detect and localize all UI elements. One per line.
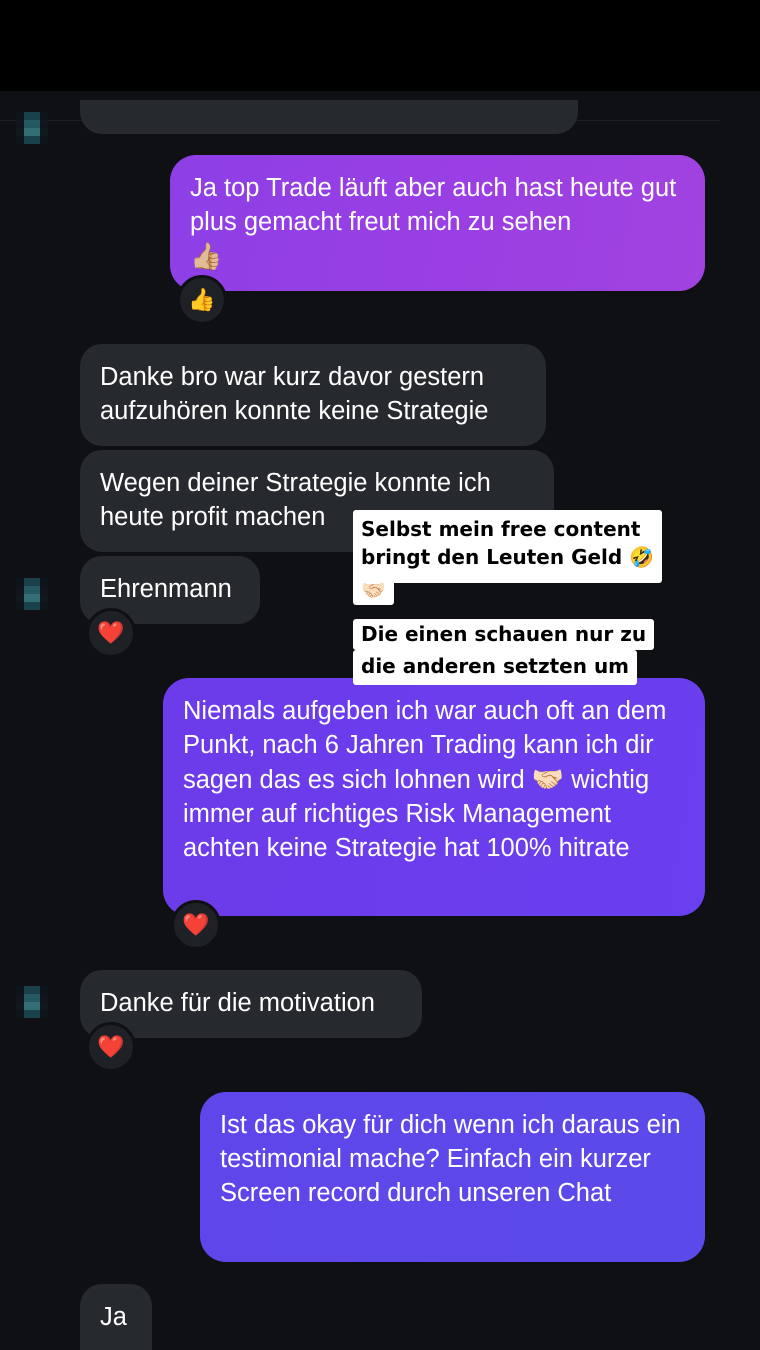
message-text: Danke bro war kurz davor gestern aufzuhö… (100, 363, 489, 425)
message-text: Ist das okay für dich wenn ich daraus ei… (220, 1111, 681, 1207)
status-bar (0, 0, 760, 91)
outgoing-message[interactable]: Niemals aufgeben ich war auch oft an dem… (163, 678, 705, 916)
caption-line: bringt den Leuten Geld 🤣 (361, 545, 655, 569)
message-text: Ehrenmann (100, 575, 232, 603)
reaction-heart-icon[interactable]: ❤️ (171, 900, 221, 950)
contact-avatar[interactable] (16, 112, 48, 144)
outgoing-message[interactable]: Ist das okay für dich wenn ich daraus ei… (200, 1092, 705, 1262)
contact-avatar[interactable] (16, 986, 48, 1018)
reaction-heart-icon[interactable]: ❤️ (86, 1022, 136, 1072)
reaction-emoji: ❤️ (97, 620, 125, 645)
message-text: Ja (100, 1303, 127, 1331)
caption-line: Die einen schauen nur zu (361, 622, 647, 646)
caption-overlay: Die einen schauen nur zu (353, 619, 655, 650)
reaction-emoji: 👍 (188, 287, 216, 312)
caption-line: Selbst mein free content (361, 517, 641, 541)
caption-overlay: Selbst mein free content bringt den Leut… (353, 510, 663, 583)
caption-line: die anderen setzten um (361, 654, 630, 678)
reaction-heart-icon[interactable]: ❤️ (86, 608, 136, 658)
message-text: Danke für die motivation (100, 989, 375, 1017)
incoming-message[interactable]: Danke für die motivation (80, 970, 422, 1038)
caption-overlay-tail: 🤝🏻 (353, 578, 394, 605)
reaction-emoji: ❤️ (97, 1034, 125, 1059)
previous-message-bubble[interactable] (80, 100, 578, 134)
message-text: Ja top Trade läuft aber auch hast heute … (190, 174, 677, 236)
reaction-emoji: ❤️ (182, 912, 210, 937)
incoming-message[interactable]: Danke bro war kurz davor gestern aufzuhö… (80, 344, 546, 446)
caption-overlay: die anderen setzten um (353, 650, 638, 685)
handshake-emoji: 🤝🏻 (361, 578, 386, 602)
outgoing-message[interactable]: Ja top Trade läuft aber auch hast heute … (170, 155, 705, 291)
reaction-thumbs-up-icon[interactable]: 👍 (177, 275, 227, 325)
incoming-message[interactable]: Ja (80, 1284, 152, 1350)
handshake-emoji: 🤝🏻 (531, 764, 565, 794)
thumbs-up-emoji: 👍🏼 (190, 241, 223, 271)
contact-avatar[interactable] (16, 578, 48, 610)
